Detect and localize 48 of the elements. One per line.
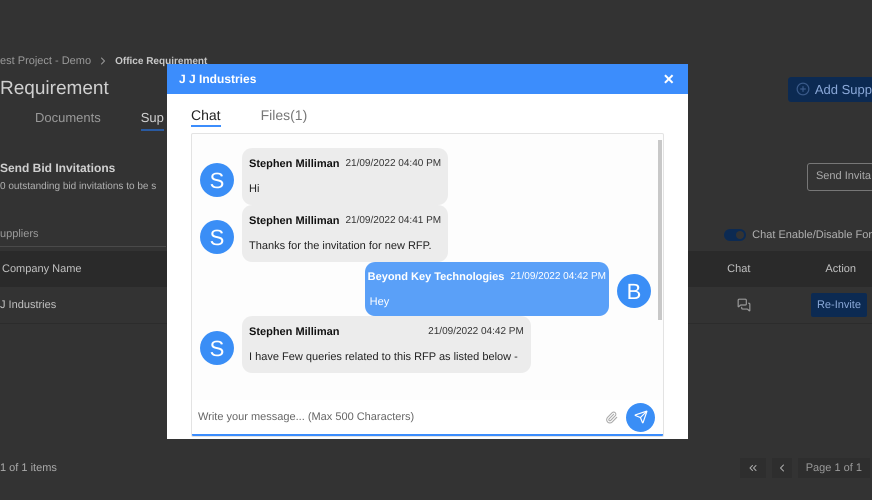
message-time: 21/09/2022 04:40 PM (345, 157, 442, 171)
column-header: Chat (727, 262, 750, 277)
breadcrumb-item[interactable]: Office Requirement (115, 54, 208, 68)
sender-name: Beyond Key Technologies (368, 270, 504, 285)
plus-icon (796, 82, 810, 96)
message-time: 21/09/2022 04:41 PM (345, 214, 442, 228)
page-tab[interactable]: Sup (140, 108, 164, 131)
close-button[interactable]: × (663, 70, 674, 88)
avatar: B (617, 274, 651, 308)
dialog-tab[interactable]: Files(1) (260, 106, 308, 127)
message-time: 21/09/2022 04:42 PM (510, 270, 606, 284)
message-input[interactable]: Write your message... (Max 500 Characters) (198, 408, 597, 426)
double-chevron-icon (746, 462, 759, 474)
send-button[interactable] (626, 402, 655, 432)
message-text: Hi (249, 182, 260, 196)
re-invite-button[interactable]: Re-Invite (810, 293, 867, 317)
page-title: Requirement (0, 77, 109, 101)
previous-page-button[interactable] (772, 458, 792, 478)
send-icon (634, 410, 648, 424)
message-text: I have Few queries related to this RFP as listed below - (249, 350, 519, 364)
breadcrumb-item[interactable]: est Project - Demo (0, 52, 92, 70)
first-page-button[interactable] (740, 458, 766, 478)
paperclip-icon[interactable] (605, 410, 618, 424)
send-invitations-button[interactable]: Send Invita (806, 162, 872, 190)
table-cell-text: J Industries (0, 298, 56, 313)
message-text: Thanks for the invitation for new RFP. (249, 238, 433, 254)
dialog-title: J J Industries (179, 71, 256, 88)
dialog-tab[interactable]: Chat (191, 106, 221, 127)
page-indicator: Page 1 of 1 (798, 458, 870, 478)
add-supplier-button[interactable]: Add Supp (788, 76, 872, 102)
search-field[interactable]: uppliers (0, 223, 166, 247)
sender-name: Stephen Milliman (249, 157, 340, 172)
sender-name: Stephen Milliman (249, 325, 340, 340)
items-count: 1 of 1 items (0, 460, 57, 476)
section-subtitle: 0 outstanding bid invitations to be s (0, 180, 156, 194)
chat-icon[interactable] (736, 298, 751, 312)
sender-name: Stephen Milliman (249, 214, 340, 229)
page-tab[interactable]: Documents (35, 108, 101, 131)
column-header: Action (825, 262, 856, 277)
section-title: Send Bid Invitations (0, 160, 116, 177)
avatar: S (200, 220, 234, 254)
column-header: Company Name (2, 262, 82, 277)
message-text: Hey (368, 294, 390, 310)
message-time: 21/09/2022 04:42 PM (428, 325, 524, 339)
avatar: S (200, 163, 234, 197)
chat-toggle[interactable] (724, 229, 746, 241)
avatar: S (200, 331, 234, 365)
toggle-label: Chat Enable/Disable For (752, 228, 872, 243)
